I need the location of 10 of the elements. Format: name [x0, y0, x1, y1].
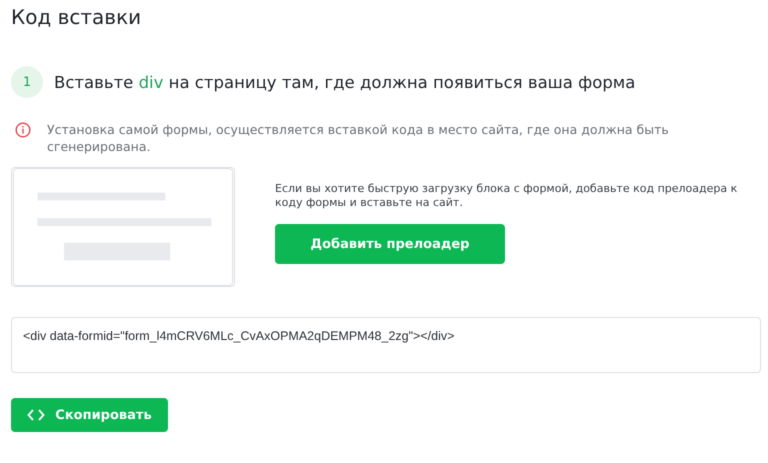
copy-button[interactable]: Скопировать: [11, 398, 168, 432]
code-icon: [27, 409, 46, 421]
step-number: 1: [11, 66, 43, 98]
notice-text: Установка самой формы, осуществляется вставкой кода в место сайта, где она должна быть сгенерирована.: [47, 121, 670, 155]
step-heading: Вставьте div на страницу там, где должна появиться ваша форма: [54, 72, 636, 92]
code-field[interactable]: <div data-formid="form_l4mCRV6MLc_CvAxOPMA2qDEMPM48_2zg"></div>: [11, 317, 761, 373]
page-title: Код вставки: [11, 4, 142, 31]
preloader-hint: Если вы хотите быструю загрузку блока с формой, добавьте код прелоадера к коду формы и вставьте на сайт.: [275, 182, 738, 210]
info-icon: [15, 122, 31, 138]
add-preloader-button[interactable]: Добавить прелоадер: [275, 224, 505, 264]
